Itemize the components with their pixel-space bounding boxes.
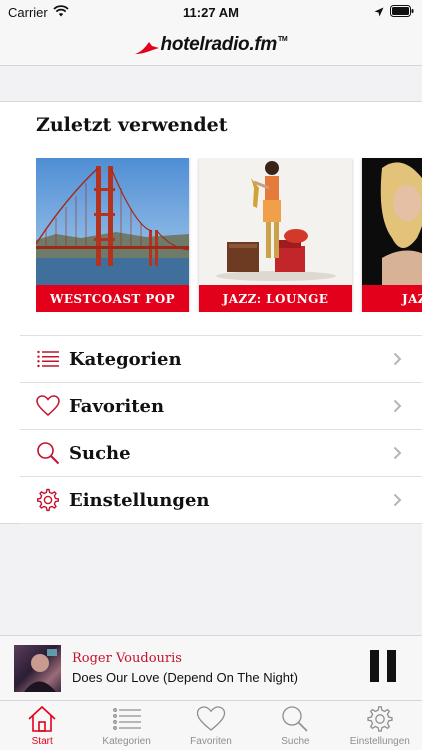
now-playing-artist: Roger Voudouris xyxy=(72,651,182,666)
tile-label: JAZ xyxy=(362,285,422,312)
menu-item-label: Einstellungen xyxy=(69,489,210,511)
logo-mark-icon xyxy=(134,41,159,54)
tab-label: Start xyxy=(31,736,53,747)
recent-section-title: Zuletzt verwendet xyxy=(36,114,228,136)
pause-button[interactable] xyxy=(370,650,396,682)
status-bar: Carrier 11:27 AM xyxy=(0,0,422,24)
pause-bar-left xyxy=(370,650,379,682)
status-left: Carrier xyxy=(8,5,69,20)
carrier-label: Carrier xyxy=(8,4,48,20)
album-cover xyxy=(14,644,61,692)
menu-item-suche[interactable]: Suche xyxy=(20,430,422,477)
now-playing-track: Does Our Love (Depend On The Night) xyxy=(72,670,298,685)
tile-label: JAZZ: LOUNGE xyxy=(199,285,352,312)
tile-label: WESTCOAST POP xyxy=(36,285,189,312)
tab-label: Einstellungen xyxy=(349,736,410,747)
search-icon xyxy=(36,441,60,465)
tab-einstellungen[interactable]: Einstellungen xyxy=(338,701,422,750)
gear-icon xyxy=(365,705,395,733)
golden-gate-image xyxy=(36,158,189,285)
tab-favoriten[interactable]: Favoriten xyxy=(169,701,253,750)
home-icon xyxy=(27,705,57,733)
main-content: Zuletzt verwendet WESTCOAST POP JAZZ: LO… xyxy=(0,101,422,524)
heart-icon xyxy=(196,705,226,733)
menu-item-label: Kategorien xyxy=(69,348,182,370)
main-menu: Kategorien Favoriten Suche Einstellungen xyxy=(20,335,422,524)
wifi-icon xyxy=(53,4,69,20)
chevron-right-icon xyxy=(393,352,402,366)
recent-tile-jazz-lounge[interactable]: JAZZ: LOUNGE xyxy=(199,158,352,312)
tab-label: Favoriten xyxy=(190,736,232,747)
tab-suche[interactable]: Suche xyxy=(253,701,337,750)
tab-label: Suche xyxy=(281,736,310,747)
menu-item-einstellungen[interactable]: Einstellungen xyxy=(20,477,422,524)
jazz-lounge-image xyxy=(199,158,352,285)
list-icon xyxy=(36,347,60,371)
location-arrow-icon xyxy=(374,5,384,20)
recent-carousel[interactable]: WESTCOAST POP JAZZ: LOUNGE JA xyxy=(36,158,422,312)
recent-tile-westcoast-pop[interactable]: WESTCOAST POP xyxy=(36,158,189,312)
menu-item-favoriten[interactable]: Favoriten xyxy=(20,383,422,430)
list-icon xyxy=(112,705,142,733)
menu-item-label: Favoriten xyxy=(69,395,165,417)
chevron-right-icon xyxy=(393,446,402,460)
app-header: hotelradio.fm TM xyxy=(0,24,422,66)
heart-icon xyxy=(36,394,60,418)
chevron-right-icon xyxy=(393,399,402,413)
mini-player[interactable]: Roger Voudouris Does Our Love (Depend On… xyxy=(0,635,422,700)
chevron-right-icon xyxy=(393,493,402,507)
jazz-singer-image xyxy=(362,158,422,285)
menu-item-kategorien[interactable]: Kategorien xyxy=(20,336,422,383)
app-logo: hotelradio.fm TM xyxy=(134,33,288,56)
pause-bar-right xyxy=(387,650,396,682)
recent-tile-jazz[interactable]: JAZ xyxy=(362,158,422,312)
tab-start[interactable]: Start xyxy=(0,701,84,750)
tab-label: Kategorien xyxy=(102,736,151,747)
status-right xyxy=(374,4,414,20)
battery-icon xyxy=(390,4,414,20)
search-icon xyxy=(280,705,310,733)
logo-trademark: TM xyxy=(277,35,288,43)
tab-kategorien[interactable]: Kategorien xyxy=(84,701,168,750)
gear-icon xyxy=(36,488,60,512)
now-playing-info: Roger Voudouris Does Our Love (Depend On… xyxy=(72,651,298,685)
tab-bar: Start Kategorien Favoriten Suche Einstel… xyxy=(0,700,422,750)
menu-item-label: Suche xyxy=(69,442,131,464)
logo-text: hotelradio.fm xyxy=(160,33,278,55)
